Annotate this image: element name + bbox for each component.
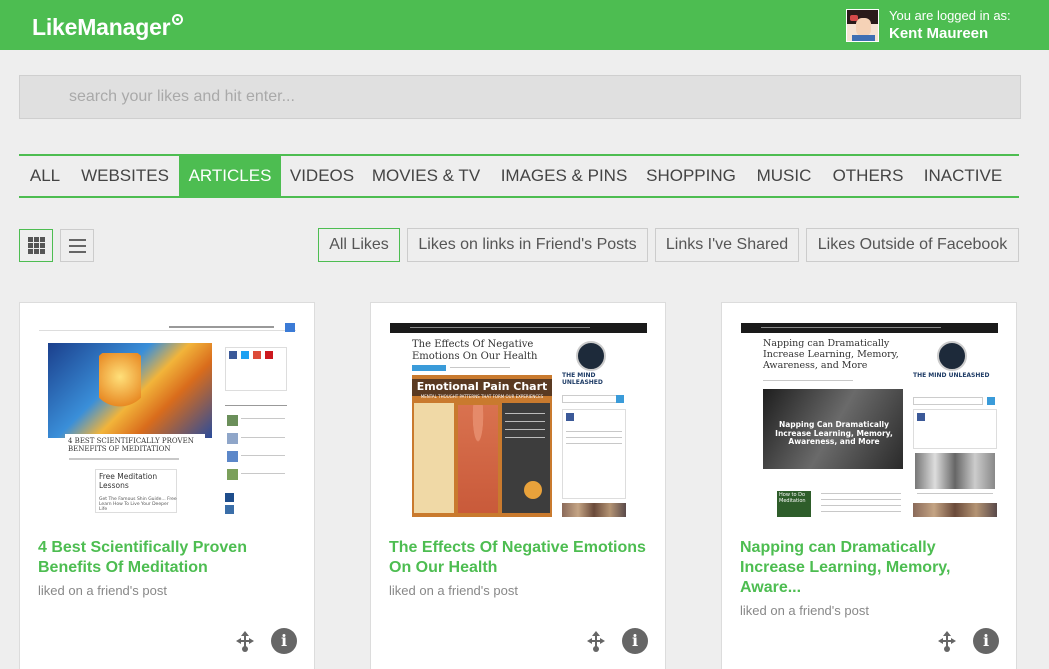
share-icon[interactable]	[934, 628, 960, 654]
filter-friends-posts[interactable]: Likes on links in Friend's Posts	[407, 228, 648, 262]
card-title[interactable]: 4 Best Scientifically Proven Benefits Of…	[38, 538, 298, 578]
tab-shopping[interactable]: SHOPPING	[639, 156, 743, 196]
list-icon	[69, 239, 86, 253]
tab-others[interactable]: OTHERS	[825, 156, 911, 196]
share-icon[interactable]	[232, 628, 258, 654]
card-title[interactable]: Napping can Dramatically Increase Learni…	[740, 538, 1000, 598]
share-icon[interactable]	[583, 628, 609, 654]
article-thumbnail[interactable]: 4 BEST SCIENTIFICALLY PROVEN BENEFITS OF…	[39, 323, 296, 517]
info-icon[interactable]: i	[271, 628, 297, 654]
filter-links-shared[interactable]: Links I've Shared	[655, 228, 799, 262]
card-subtitle: liked on a friend's post	[740, 603, 869, 618]
list-view-button[interactable]	[60, 229, 94, 262]
article-thumbnail[interactable]: The Effects Of Negative Emotions On Our …	[390, 323, 647, 517]
user-name[interactable]: Kent Maureen	[889, 25, 988, 42]
tab-inactive[interactable]: INACTIVE	[911, 156, 1015, 196]
filter-all-likes[interactable]: All Likes	[318, 228, 400, 262]
like-card[interactable]: Napping can Dramatically Increase Learni…	[721, 302, 1017, 669]
like-card[interactable]: 4 BEST SCIENTIFICALLY PROVEN BENEFITS OF…	[19, 302, 315, 669]
card-subtitle: liked on a friend's post	[38, 583, 167, 598]
like-card[interactable]: The Effects Of Negative Emotions On Our …	[370, 302, 666, 669]
avatar[interactable]	[846, 9, 879, 42]
info-icon[interactable]: i	[622, 628, 648, 654]
info-icon[interactable]: i	[973, 628, 999, 654]
app-logo[interactable]: LikeManager	[32, 14, 184, 41]
top-bar: LikeManager You are logged in as: Kent M…	[0, 0, 1049, 50]
tab-movies-tv[interactable]: MOVIES & TV	[363, 156, 489, 196]
card-subtitle: liked on a friend's post	[389, 583, 518, 598]
grid-view-button[interactable]	[19, 229, 53, 262]
grid-icon	[28, 237, 45, 254]
card-title[interactable]: The Effects Of Negative Emotions On Our …	[389, 538, 649, 578]
search-input[interactable]	[19, 75, 1021, 119]
tab-music[interactable]: MUSIC	[743, 156, 825, 196]
tab-videos[interactable]: VIDEOS	[281, 156, 363, 196]
app-logo-text: LikeManager	[32, 14, 171, 40]
tab-articles[interactable]: ARTICLES	[179, 156, 281, 196]
category-tabs: ALL WEBSITES ARTICLES VIDEOS MOVIES & TV…	[19, 154, 1019, 198]
logo-mark-icon	[172, 14, 184, 25]
article-thumbnail[interactable]: Napping can Dramatically Increase Learni…	[741, 323, 998, 517]
filter-outside-facebook[interactable]: Likes Outside of Facebook	[806, 228, 1019, 262]
tab-websites[interactable]: WEBSITES	[71, 156, 179, 196]
tab-images-pins[interactable]: IMAGES & PINS	[489, 156, 639, 196]
tab-all[interactable]: ALL	[19, 156, 71, 196]
logged-in-label: You are logged in as:	[889, 8, 1011, 23]
